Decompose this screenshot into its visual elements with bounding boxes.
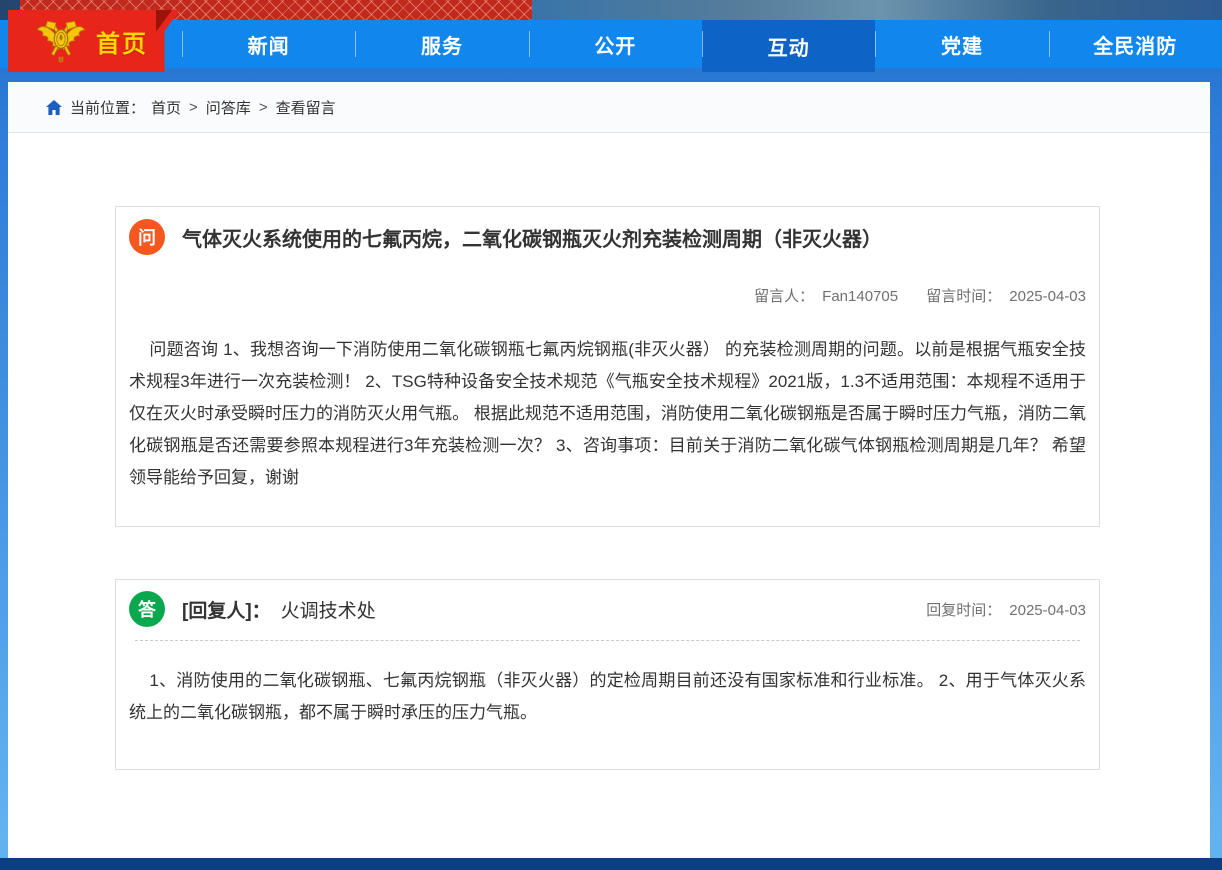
header-photo-strip bbox=[0, 0, 1222, 20]
breadcrumb-link-qa-library[interactable]: 问答库 bbox=[206, 97, 251, 118]
breadcrumb: 当前位置： 首页 > 问答库 > 查看留言 bbox=[8, 82, 1210, 133]
question-meta: 留言人： Fan140705 留言时间： 2025-04-03 bbox=[129, 285, 1086, 306]
nav-item-national-fire[interactable]: 全民消防 bbox=[1049, 20, 1222, 68]
page: 新闻 服务 公开 互动 党建 全民消防 bbox=[0, 0, 1222, 870]
main-nav: 新闻 服务 公开 互动 党建 全民消防 bbox=[0, 20, 1222, 68]
question-title: 气体灭火系统使用的七氟丙烷，二氧化碳钢瓶灭火剂充装检测周期（非灭火器） bbox=[182, 223, 882, 252]
answer-replier: 火调技术处 bbox=[281, 596, 376, 623]
question-time: 2025-04-03 bbox=[1009, 288, 1086, 305]
breadcrumb-link-view-message[interactable]: 查看留言 bbox=[276, 97, 336, 118]
answer-body: 1、消防使用的二氧化碳钢瓶、七氟丙烷钢瓶（非灭火器）的定检周期目前还没有国家标准… bbox=[129, 665, 1086, 729]
breadcrumb-separator: > bbox=[259, 99, 268, 116]
home-tab[interactable]: 首页 bbox=[8, 10, 180, 72]
content-panel: 当前位置： 首页 > 问答库 > 查看留言 问 气体灭火系统使用的七氟丙烷，二氧… bbox=[8, 82, 1210, 858]
home-tab-label: 首页 bbox=[96, 24, 148, 59]
answer-time: 2025-04-03 bbox=[1009, 602, 1086, 619]
breadcrumb-separator: > bbox=[189, 99, 198, 116]
question-user: Fan140705 bbox=[822, 288, 898, 305]
answer-time-label: 回复时间： bbox=[926, 602, 1001, 619]
question-body: 问题咨询 1、我想咨询一下消防使用二氧化碳钢瓶七氟丙烷钢瓶(非灭火器） 的充装检… bbox=[129, 334, 1086, 494]
answer-divider bbox=[135, 640, 1080, 641]
question-time-label: 留言时间： bbox=[926, 288, 1001, 305]
answer-replier-label: [回复人]： bbox=[182, 596, 271, 623]
breadcrumb-link-home[interactable]: 首页 bbox=[151, 97, 181, 118]
answer-card: 答 [回复人]： 火调技术处 回复时间： 2025-04-03 1、消防使用的二氧… bbox=[115, 579, 1100, 770]
answer-badge-icon: 答 bbox=[129, 591, 165, 627]
home-icon bbox=[46, 100, 62, 115]
nav-item-services[interactable]: 服务 bbox=[355, 20, 528, 68]
question-badge-icon: 问 bbox=[129, 219, 165, 255]
qa-container: 问 气体灭火系统使用的七氟丙烷，二氧化碳钢瓶灭火剂充装检测周期（非灭火器） 留言… bbox=[115, 206, 1100, 770]
nav-item-public[interactable]: 公开 bbox=[529, 20, 702, 68]
nav-item-news[interactable]: 新闻 bbox=[182, 20, 355, 68]
nav-item-interaction[interactable]: 互动 bbox=[702, 20, 875, 72]
question-card: 问 气体灭火系统使用的七氟丙烷，二氧化碳钢瓶灭火剂充装检测周期（非灭火器） 留言… bbox=[115, 206, 1100, 527]
fire-emblem-icon bbox=[34, 14, 88, 69]
question-user-label: 留言人： bbox=[754, 288, 814, 305]
answer-meta: 回复时间： 2025-04-03 bbox=[926, 599, 1086, 620]
footer-bar bbox=[0, 858, 1222, 870]
nav-item-party[interactable]: 党建 bbox=[875, 20, 1048, 68]
breadcrumb-label: 当前位置： bbox=[70, 97, 145, 118]
